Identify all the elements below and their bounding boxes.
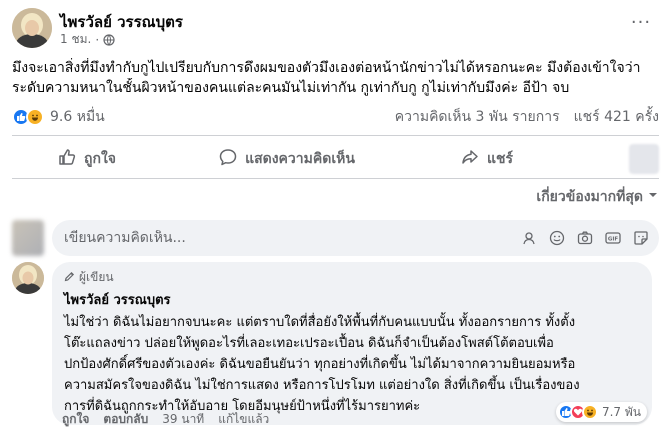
viewer-avatar	[12, 220, 44, 256]
comment-text-line: ปกป้องศักดิ์ศรีของตัวเองค่ะ ดิฉันขอยืนยั…	[64, 357, 576, 372]
comments-count[interactable]: ความคิดเห็น 3 พัน รายการ	[395, 106, 560, 128]
post-meta: 1 ชม. ·	[60, 30, 115, 49]
sticker-icon[interactable]	[633, 230, 649, 246]
post-stats: ความคิดเห็น 3 พัน รายการ แชร์ 421 ครั้ง	[395, 106, 659, 128]
camera-icon[interactable]	[577, 230, 593, 246]
globe-icon	[103, 33, 115, 46]
gif-icon[interactable]: GIF	[605, 230, 621, 246]
comment-text-line: โต๊ะแถลงข่าว ปล่อยให้พูดอะไรที่เลอะเทอะเ…	[64, 336, 554, 351]
shares-count[interactable]: แชร์ 421 ครั้ง	[574, 106, 659, 128]
comment-footer: ถูกใจ ตอบกลับ 39 นาที แก้ไขแล้ว	[62, 410, 269, 429]
comment-edited[interactable]: แก้ไขแล้ว	[218, 410, 269, 429]
share-button-label: แชร์	[486, 151, 514, 167]
composer-tools: GIF	[521, 230, 659, 246]
comment-like-link[interactable]: ถูกใจ	[62, 410, 89, 429]
post-text: มึงจะเอาสิ่งที่มึงทำกับกูไปเปรียบกับการด…	[12, 58, 659, 98]
comment-text-line: ความสมัครใจของดิฉัน ไม่ใช่การแสดง หรือกา…	[64, 378, 580, 393]
author-avatar[interactable]	[12, 8, 52, 48]
more-options-icon[interactable]: ···	[627, 14, 655, 36]
post-text-line: มึงจะเอาสิ่งที่มึงทำกับกูไปเปรียบกับการด…	[12, 60, 641, 76]
author-badge: ผู้เขียน	[64, 268, 640, 287]
post-actions: ถูกใจ แสดงความคิดเห็น แชร์	[12, 142, 659, 176]
share-button[interactable]: แชร์	[412, 142, 562, 176]
reaction-count[interactable]: 9.6 หมื่น	[50, 106, 105, 128]
comment-bubble-icon	[219, 148, 237, 170]
comment-reply-link[interactable]: ตอบกลับ	[103, 410, 148, 429]
like-button-label: ถูกใจ	[84, 151, 116, 167]
post-text-line: ระดับความหนาในชั้นผิวหน้าของคนแต่ละคนมัน…	[12, 80, 570, 96]
comment-author-avatar[interactable]	[12, 262, 44, 294]
comment-time[interactable]: 39 นาที	[162, 410, 204, 429]
comment-button[interactable]: แสดงความคิดเห็น	[162, 142, 412, 176]
comment-reactions[interactable]: 7.7 พัน	[555, 402, 647, 422]
meta-separator: ·	[95, 32, 100, 47]
like-button[interactable]: ถูกใจ	[12, 142, 162, 176]
comment-input[interactable]	[64, 230, 314, 246]
post-time[interactable]: 1 ชม.	[60, 30, 91, 49]
svg-text:GIF: GIF	[608, 237, 619, 243]
post-header: ไพรวัลย์ วรรณบุตร 1 ชม. · ···	[12, 8, 659, 50]
comment-bubble: ผู้เขียน ไพรวัลย์ วรรณบุตร ไม่ใช่ว่า ดิฉ…	[52, 262, 652, 425]
comment-input-box[interactable]: GIF	[52, 220, 659, 256]
comment-composer: GIF	[12, 220, 659, 256]
divider	[12, 135, 659, 136]
sort-label: เกี่ยวข้องมากที่สุด	[536, 189, 643, 205]
comment-sort-dropdown[interactable]: เกี่ยวข้องมากที่สุด	[536, 186, 659, 208]
comment-reaction-count: 7.7 พัน	[601, 404, 641, 419]
thumbs-up-icon	[58, 148, 76, 170]
haha-reaction-icon	[26, 108, 44, 126]
comment-text-line: ไม่ใช่ว่า ดิฉันไม่อยากจบนะคะ แต่ตราบใดที…	[64, 315, 576, 330]
comment-text: ไม่ใช่ว่า ดิฉันไม่อยากจบนะคะ แต่ตราบใดที…	[64, 312, 640, 417]
reaction-icons[interactable]	[12, 108, 44, 126]
emoji-icon[interactable]	[549, 230, 565, 246]
divider	[12, 178, 659, 179]
chevron-down-icon	[647, 189, 659, 205]
comment-button-label: แสดงความคิดเห็น	[245, 151, 355, 167]
avatar-sticker-icon[interactable]	[521, 230, 537, 246]
author-badge-label: ผู้เขียน	[79, 270, 114, 284]
share-arrow-icon	[461, 148, 479, 170]
pencil-icon	[64, 271, 75, 285]
viewer-avatar-blurred[interactable]	[629, 144, 659, 174]
comment-author-name[interactable]: ไพรวัลย์ วรรณบุตร	[64, 289, 640, 310]
haha-reaction-icon	[581, 404, 598, 420]
reactions-summary: 9.6 หมื่น ความคิดเห็น 3 พัน รายการ แชร์ …	[12, 106, 659, 128]
